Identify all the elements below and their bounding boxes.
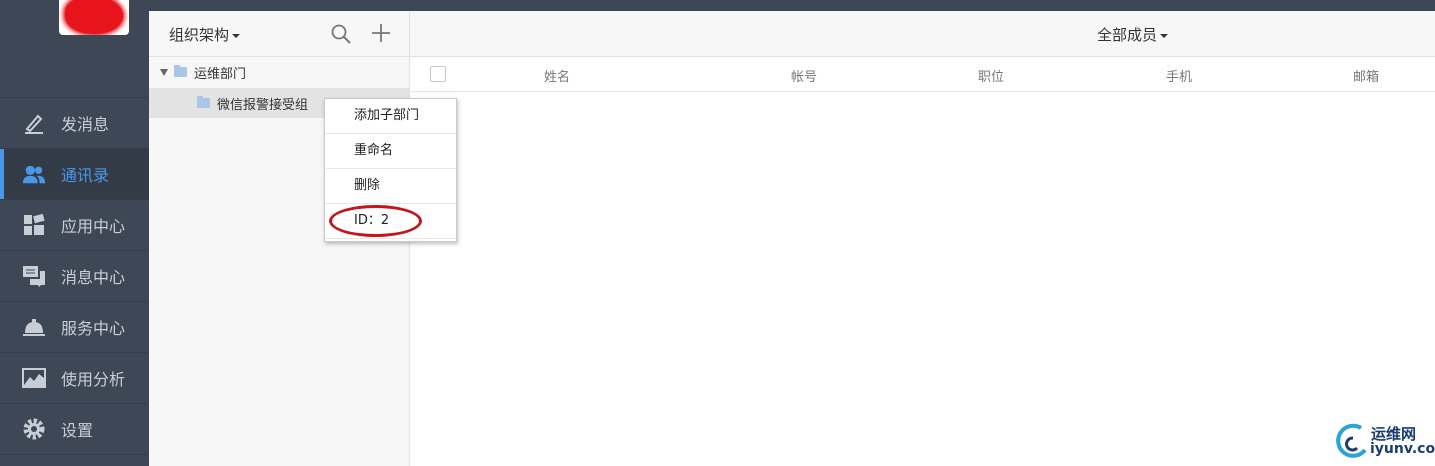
member-filter-label: 全部成员 bbox=[1097, 26, 1158, 44]
sidebar: 发消息 通讯录 应用中心 消息中心 服务中心 使用分析 设置 bbox=[0, 0, 149, 466]
column-header-email[interactable]: 邮箱 bbox=[1353, 66, 1379, 85]
org-structure-dropdown[interactable]: 组织架构 bbox=[169, 24, 241, 45]
analytics-chart-icon bbox=[22, 366, 46, 390]
column-header-phone[interactable]: 手机 bbox=[1166, 66, 1192, 85]
tree-node-label: 微信报警接受组 bbox=[217, 97, 309, 113]
menu-item-delete[interactable]: 删除 bbox=[325, 169, 456, 204]
column-header-name[interactable]: 姓名 bbox=[544, 66, 570, 85]
watermark: 运维网 iyunv.com bbox=[1331, 418, 1435, 466]
sidebar-item-label: 消息中心 bbox=[61, 268, 126, 287]
messages-icon bbox=[22, 264, 46, 288]
members-header: 全部成员 bbox=[410, 11, 1435, 57]
folder-icon bbox=[197, 96, 210, 108]
service-bell-icon bbox=[22, 315, 46, 339]
watermark-text-domain: iyunv.com bbox=[1370, 441, 1435, 457]
sidebar-item-label: 设置 bbox=[61, 421, 94, 440]
apps-icon bbox=[22, 213, 46, 237]
sidebar-item-label: 应用中心 bbox=[61, 217, 126, 236]
members-panel: 全部成员 姓名 帐号 职位 手机 邮箱 bbox=[410, 11, 1435, 466]
company-logo[interactable] bbox=[59, 0, 129, 35]
top-bar bbox=[149, 0, 1435, 11]
sidebar-item-settings[interactable]: 设置 bbox=[0, 403, 149, 455]
folder-icon bbox=[174, 65, 187, 77]
gear-icon bbox=[22, 417, 46, 441]
sidebar-item-label: 通讯录 bbox=[61, 166, 110, 185]
members-table-header: 姓名 帐号 职位 手机 邮箱 bbox=[410, 57, 1435, 92]
caret-down-icon bbox=[232, 33, 241, 38]
sidebar-item-message-center[interactable]: 消息中心 bbox=[0, 250, 149, 301]
sidebar-item-label: 使用分析 bbox=[61, 370, 126, 389]
caret-down-icon bbox=[1160, 33, 1169, 38]
pencil-icon bbox=[22, 111, 46, 135]
sidebar-item-label: 发消息 bbox=[61, 115, 110, 134]
sidebar-item-contacts[interactable]: 通讯录 bbox=[0, 148, 149, 199]
watermark-logo-icon bbox=[1336, 423, 1367, 458]
context-menu: 添加子部门 重命名 删除 ID：2 bbox=[324, 98, 457, 242]
sidebar-item-service-center[interactable]: 服务中心 bbox=[0, 301, 149, 352]
column-header-account[interactable]: 帐号 bbox=[791, 66, 817, 85]
member-filter-dropdown[interactable]: 全部成员 bbox=[1097, 24, 1169, 45]
tree-node-root[interactable]: 运维部门 bbox=[149, 58, 409, 86]
plus-icon[interactable] bbox=[371, 23, 391, 43]
logo-redaction bbox=[65, 0, 123, 34]
highlight-oval bbox=[329, 205, 422, 237]
sidebar-item-send-message[interactable]: 发消息 bbox=[0, 97, 149, 148]
collapse-triangle-icon[interactable] bbox=[160, 68, 168, 76]
menu-item-add-subdepartment[interactable]: 添加子部门 bbox=[325, 99, 456, 134]
sidebar-nav: 发消息 通讯录 应用中心 消息中心 服务中心 使用分析 设置 bbox=[0, 97, 149, 455]
column-header-position[interactable]: 职位 bbox=[978, 66, 1004, 85]
menu-item-rename[interactable]: 重命名 bbox=[325, 134, 456, 169]
sidebar-item-app-center[interactable]: 应用中心 bbox=[0, 199, 149, 250]
tree-node-label: 运维部门 bbox=[194, 66, 247, 82]
org-panel-header: 组织架构 bbox=[149, 11, 409, 57]
sidebar-item-label: 服务中心 bbox=[61, 319, 126, 338]
select-all-checkbox[interactable] bbox=[430, 66, 446, 82]
org-title-label: 组织架构 bbox=[169, 26, 230, 44]
search-icon[interactable] bbox=[331, 24, 351, 44]
sidebar-item-usage-analysis[interactable]: 使用分析 bbox=[0, 352, 149, 403]
contacts-icon bbox=[22, 162, 46, 186]
